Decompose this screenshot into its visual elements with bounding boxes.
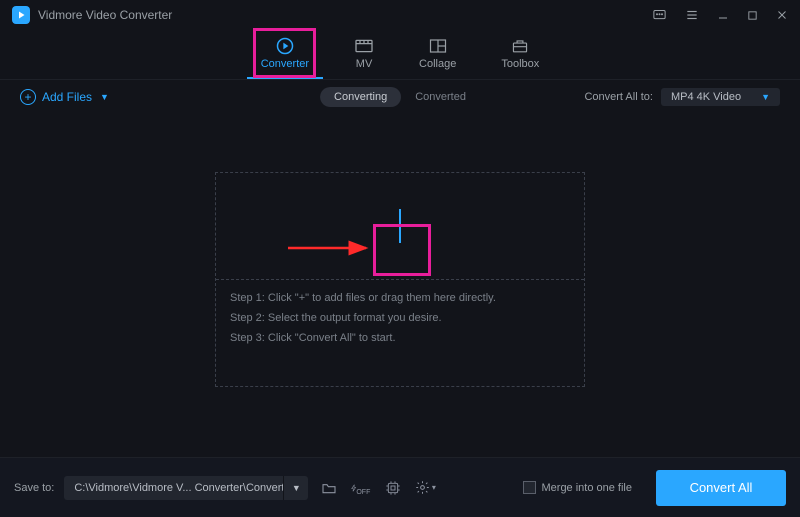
save-path-text: C:\Vidmore\Vidmore V... Converter\Conver…	[64, 476, 284, 500]
maximize-button[interactable]	[747, 10, 758, 21]
instruction-step-2: Step 2: Select the output format you des…	[230, 312, 570, 324]
toolbox-icon	[510, 37, 530, 55]
chevron-down-icon[interactable]: ▼	[284, 483, 308, 493]
tab-label: Toolbox	[501, 58, 539, 70]
convert-all-button[interactable]: Convert All	[656, 470, 786, 506]
tab-toolbox[interactable]: Toolbox	[501, 37, 539, 72]
instruction-step-3: Step 3: Click "Convert All" to start.	[230, 332, 570, 344]
format-selected: MP4 4K Video	[671, 91, 741, 103]
converting-converted-toggle: Converting Converted	[320, 87, 480, 107]
tab-mv[interactable]: MV	[354, 37, 374, 72]
gpu-icon[interactable]	[382, 477, 404, 499]
app-logo-icon	[12, 6, 30, 24]
output-format-dropdown[interactable]: MP4 4K Video ▼	[661, 88, 780, 106]
save-to-label: Save to:	[14, 482, 54, 494]
drop-zone[interactable]: Step 1: Click "+" to add files or drag t…	[215, 172, 585, 387]
tab-converter[interactable]: Converter	[261, 37, 309, 72]
converting-tab[interactable]: Converting	[320, 87, 401, 107]
toolbar: + Add Files ▼ Converting Converted Conve…	[0, 80, 800, 114]
instructions-panel: Step 1: Click "+" to add files or drag t…	[216, 280, 584, 386]
feedback-icon[interactable]	[652, 8, 667, 23]
main-tabs: Converter MV Collage Toolbox	[0, 30, 800, 80]
chevron-down-icon: ▼	[761, 92, 770, 102]
add-file-plus-icon[interactable]	[383, 209, 417, 243]
merge-into-one-file[interactable]: Merge into one file	[523, 481, 633, 494]
merge-checkbox[interactable]	[523, 481, 536, 494]
add-files-button[interactable]: + Add Files ▼	[20, 89, 109, 105]
add-files-label: Add Files	[42, 90, 92, 104]
hardware-accel-icon[interactable]: OFF	[350, 477, 372, 499]
drop-upper[interactable]	[216, 173, 584, 280]
merge-label: Merge into one file	[542, 482, 633, 494]
titlebar: Vidmore Video Converter	[0, 0, 800, 30]
close-button[interactable]	[776, 9, 788, 21]
tab-label: Collage	[419, 58, 456, 70]
instruction-step-1: Step 1: Click "+" to add files or drag t…	[230, 292, 570, 304]
save-path-box[interactable]: C:\Vidmore\Vidmore V... Converter\Conver…	[64, 476, 308, 500]
collage-icon	[428, 37, 448, 55]
convert-all-label: Convert All	[690, 480, 753, 495]
minimize-button[interactable]	[717, 9, 729, 21]
open-folder-icon[interactable]	[318, 477, 340, 499]
convert-all-to-label: Convert All to:	[584, 91, 652, 103]
chevron-down-icon: ▼	[100, 92, 109, 102]
converted-tab[interactable]: Converted	[401, 87, 480, 107]
settings-gear-icon[interactable]: ▾	[414, 477, 436, 499]
workspace: Step 1: Click "+" to add files or drag t…	[0, 114, 800, 444]
mv-icon	[354, 37, 374, 55]
converter-icon	[275, 37, 295, 55]
menu-icon[interactable]	[685, 8, 699, 22]
tab-label: Converter	[261, 58, 309, 70]
bottom-bar: Save to: C:\Vidmore\Vidmore V... Convert…	[0, 457, 800, 517]
app-title: Vidmore Video Converter	[38, 8, 652, 22]
tab-collage[interactable]: Collage	[419, 37, 456, 72]
plus-circle-icon: +	[20, 89, 36, 105]
tab-label: MV	[356, 58, 373, 70]
